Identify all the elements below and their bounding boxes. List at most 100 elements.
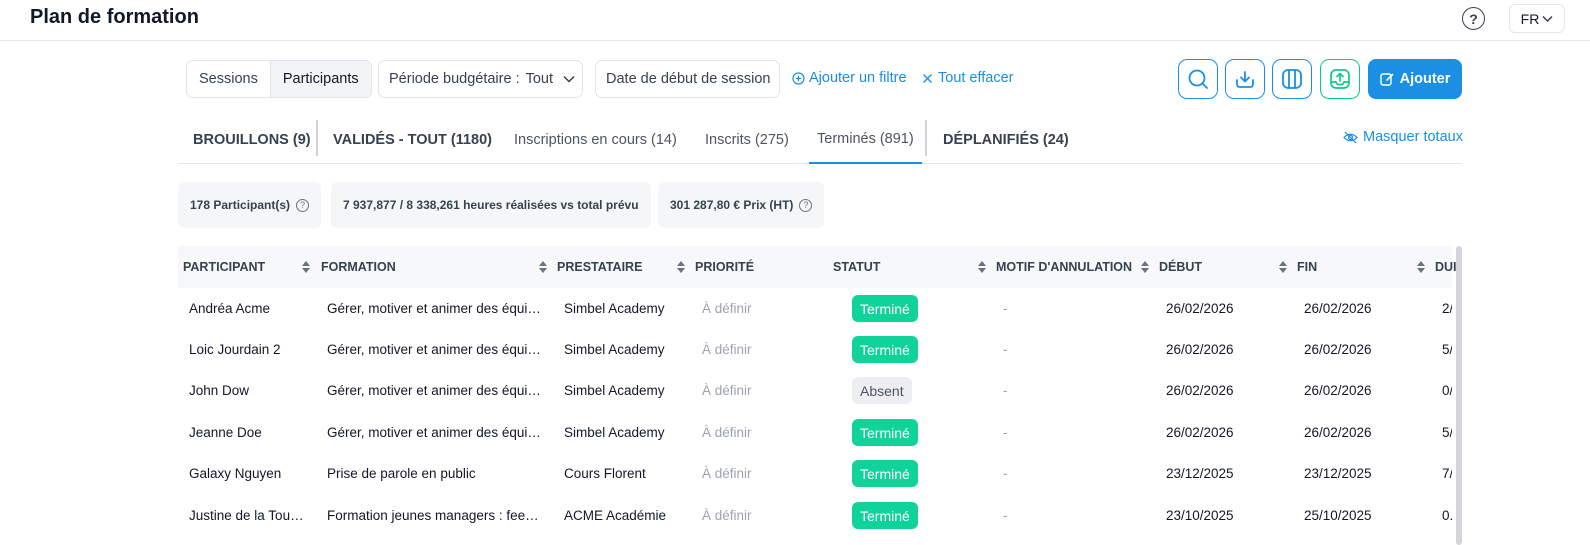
tab-registrations-in-progress[interactable]: Inscriptions en cours (14)	[514, 116, 677, 164]
cell-formation: Prise de parole en public	[327, 466, 476, 481]
column-header-cancel-reason[interactable]: MOTIF D'ANNULATION	[996, 246, 1132, 288]
session-start-date-filter[interactable]: Date de début de session	[595, 60, 780, 98]
tab-registered[interactable]: Inscrits (275)	[705, 116, 789, 164]
budget-period-value: Tout	[525, 71, 554, 87]
sort-icon[interactable]	[302, 261, 310, 273]
help-icon[interactable]: ?	[1462, 7, 1485, 30]
toggle-participants[interactable]: Participants	[269, 61, 371, 97]
tab-separator	[316, 120, 318, 156]
tab-drafts[interactable]: BROUILLONS (9)	[193, 116, 311, 164]
column-header-status[interactable]: STATUT	[833, 246, 880, 288]
clear-all-label: Tout effacer	[938, 70, 1014, 86]
stat-hours-value: 7 937,877 / 8 338,261 heures réalisées v…	[343, 198, 639, 212]
table-row[interactable]: John Dow Gérer, motiver et animer des éq…	[178, 370, 1452, 411]
sort-icon[interactable]	[1417, 261, 1425, 273]
plus-circle-icon	[792, 71, 805, 85]
page-title: Plan de formation	[30, 6, 199, 28]
cell-end: 26/02/2026	[1304, 425, 1372, 440]
tab-unscheduled[interactable]: DÉPLANIFIÉS (24)	[943, 116, 1069, 164]
table-row[interactable]: Loic Jourdain 2 Gérer, motiver et animer…	[178, 329, 1452, 370]
info-icon[interactable]: ?	[296, 198, 310, 212]
eye-off-icon	[1343, 131, 1358, 143]
language-selector[interactable]: FR	[1509, 4, 1565, 33]
table-row[interactable]: Jeanne Doe Gérer, motiver et animer des …	[178, 412, 1452, 453]
status-badge: Absent	[852, 377, 912, 404]
column-header-start[interactable]: DÉBUT	[1159, 246, 1202, 288]
info-icon[interactable]: ?	[799, 198, 813, 212]
close-icon	[923, 73, 932, 83]
add-filter-link[interactable]: Ajouter un filtre	[792, 70, 907, 86]
sort-icon[interactable]	[1279, 261, 1287, 273]
tab-validated-all[interactable]: VALIDÉS - TOUT (1180)	[333, 116, 492, 164]
cell-cancel-reason: -	[1003, 425, 1008, 440]
cell-priority: À définir	[702, 466, 752, 481]
stat-price: 301 287,80 € Prix (HT) ?	[658, 182, 825, 228]
cell-status: Terminé	[852, 453, 918, 494]
add-button-label: Ajouter	[1399, 71, 1451, 87]
cell-cancel-reason: -	[1003, 508, 1008, 523]
clear-all-link[interactable]: Tout effacer	[922, 70, 1014, 86]
download-icon	[1236, 71, 1254, 88]
table-row[interactable]: Andréa Acme Gérer, motiver et animer des…	[178, 288, 1452, 329]
search-icon	[1188, 69, 1208, 89]
stat-price-value: 301 287,80 € Prix (HT)	[670, 198, 794, 212]
cell-status: Terminé	[852, 412, 918, 453]
status-badge: Terminé	[852, 502, 918, 529]
language-label: FR	[1520, 10, 1540, 27]
sort-icon[interactable]	[1141, 261, 1149, 273]
cell-status: Terminé	[852, 288, 918, 329]
cell-end: 23/12/2025	[1304, 466, 1372, 481]
cell-priority: À définir	[702, 383, 752, 398]
tab-completed[interactable]: Terminés (891)	[809, 116, 922, 164]
cell-participant: Andréa Acme	[189, 301, 271, 316]
sort-icon[interactable]	[539, 261, 547, 273]
cell-formation: Gérer, motiver et animer des équi…	[327, 425, 541, 440]
column-header-formation[interactable]: FORMATION	[321, 246, 396, 288]
cell-end: 26/02/2026	[1304, 383, 1372, 398]
cell-participant: Loic Jourdain 2	[189, 342, 281, 357]
cell-formation: Formation jeunes managers : fee…	[327, 508, 539, 523]
column-header-priority[interactable]: PRIORITÉ	[695, 246, 754, 288]
vertical-scrollbar[interactable]	[1456, 246, 1462, 545]
tab-separator	[925, 120, 927, 156]
table-row[interactable]: Galaxy Nguyen Prise de parole en public …	[178, 453, 1452, 494]
table-header: PARTICIPANT FORMATION PRESTATAIRE PRIORI…	[178, 246, 1457, 288]
cell-provider: Simbel Academy	[564, 301, 665, 316]
cell-provider: Simbel Academy	[564, 383, 665, 398]
cell-participant: Galaxy Nguyen	[189, 466, 282, 481]
edit-plus-icon	[1379, 73, 1393, 86]
toggle-sessions[interactable]: Sessions	[187, 61, 270, 97]
status-badge: Terminé	[852, 460, 918, 487]
export-button[interactable]	[1320, 59, 1360, 99]
stat-participants-value: 178 Participant(s)	[190, 198, 291, 212]
cell-start: 23/10/2025	[1166, 508, 1234, 523]
sort-icon[interactable]	[978, 261, 986, 273]
budget-period-filter[interactable]: Période budgétaire : Tout	[378, 60, 583, 98]
column-header-end[interactable]: FIN	[1297, 246, 1317, 288]
cell-status: Terminé	[852, 329, 918, 370]
sort-icon[interactable]	[677, 261, 685, 273]
cell-cancel-reason: -	[1003, 466, 1008, 481]
table-row[interactable]: Justine de la Tou… Formation jeunes mana…	[178, 495, 1452, 536]
search-button[interactable]	[1178, 59, 1218, 99]
status-badge: Terminé	[852, 419, 918, 446]
view-toggle: Sessions Participants	[186, 60, 372, 98]
stat-participants: 178 Participant(s) ?	[178, 182, 322, 228]
cell-provider: ACME Académie	[564, 508, 667, 523]
column-header-duration[interactable]: DUI	[1435, 246, 1457, 288]
chevron-down-icon	[1542, 15, 1553, 22]
hide-totals-link[interactable]: Masquer totaux	[1343, 129, 1463, 145]
cell-priority: À définir	[702, 425, 752, 440]
status-badge: Terminé	[852, 336, 918, 363]
column-header-provider[interactable]: PRESTATAIRE	[557, 246, 642, 288]
cell-status: Absent	[852, 370, 912, 411]
column-header-participant[interactable]: PARTICIPANT	[183, 246, 265, 288]
cell-participant: Jeanne Doe	[189, 425, 262, 440]
download-button[interactable]	[1225, 59, 1265, 99]
cell-status: Terminé	[852, 495, 918, 536]
add-filter-label: Ajouter un filtre	[809, 70, 907, 86]
add-button[interactable]: Ajouter	[1368, 59, 1462, 99]
cell-provider: Cours Florent	[564, 466, 646, 481]
columns-button[interactable]	[1272, 59, 1312, 99]
cell-end: 26/02/2026	[1304, 342, 1372, 357]
